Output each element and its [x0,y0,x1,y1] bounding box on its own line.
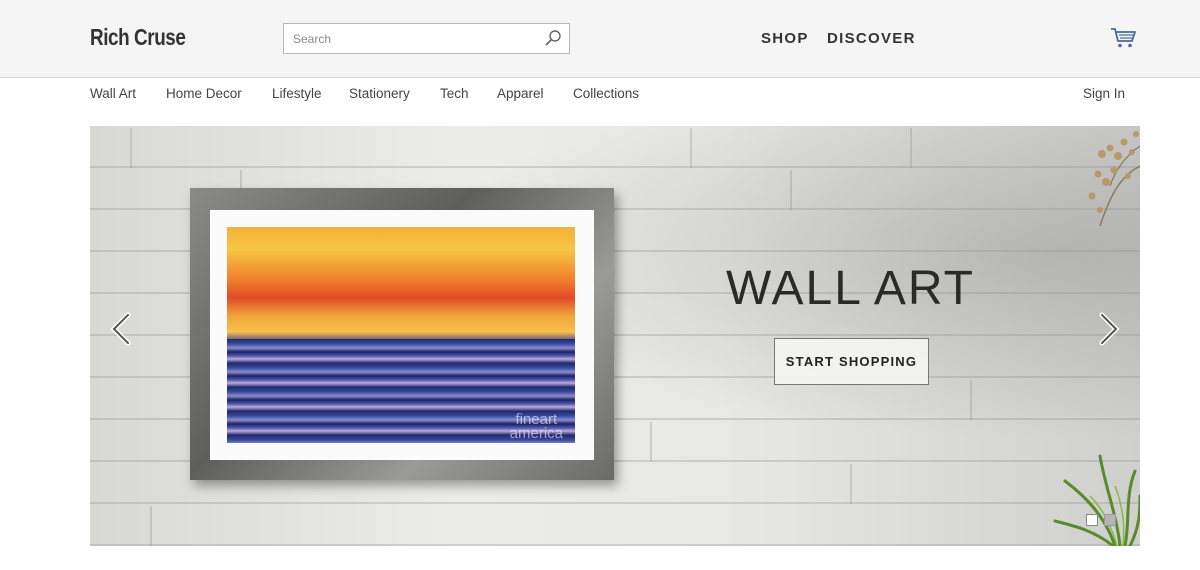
sign-in-link[interactable]: Sign In [1083,86,1125,101]
category-tech[interactable]: Tech [440,86,469,101]
category-collections[interactable]: Collections [573,86,639,101]
category-wall-art[interactable]: Wall Art [90,86,136,101]
frame-mat: fineart america [210,210,594,460]
site-header: Rich Cruse SHOP DISCOVER [0,0,1200,78]
nav-discover[interactable]: DISCOVER [827,30,916,47]
chevron-left-icon[interactable] [108,312,134,346]
dried-flowers-image [1088,131,1140,227]
brick-joint [130,128,132,168]
artwork-sky [227,227,575,341]
brick-joint [850,464,852,504]
site-logo[interactable]: Rich Cruse [90,24,186,51]
hero-carousel: fineart america WALL ART START SHOPPING [90,126,1140,546]
sunset-ocean-artwork: fineart america [227,227,575,443]
brick-joint [970,380,972,420]
category-apparel[interactable]: Apparel [497,86,544,101]
brick-joint [650,422,652,462]
category-lifestyle[interactable]: Lifestyle [272,86,322,101]
brick-joint [150,506,152,546]
brick-joint [790,170,792,210]
search-box[interactable] [283,23,570,54]
carousel-dot-2[interactable] [1104,514,1116,526]
category-home-decor[interactable]: Home Decor [166,86,242,101]
search-input[interactable] [284,24,534,53]
framed-artwork-image[interactable]: fineart america [190,188,614,480]
start-shopping-button[interactable]: START SHOPPING [774,338,929,385]
nav-shop[interactable]: SHOP [761,30,809,47]
brick-joint [910,128,912,168]
brick-joint [690,128,692,168]
hero-title: WALL ART [726,262,975,315]
carousel-indicators [1086,514,1116,526]
chevron-right-icon[interactable] [1096,312,1122,346]
watermark: fineart america [509,411,563,442]
plant-image [1053,454,1140,546]
carousel-dot-1[interactable] [1086,514,1098,526]
search-icon[interactable] [544,29,562,47]
category-stationery[interactable]: Stationery [349,86,410,101]
cart-icon[interactable] [1110,27,1136,49]
